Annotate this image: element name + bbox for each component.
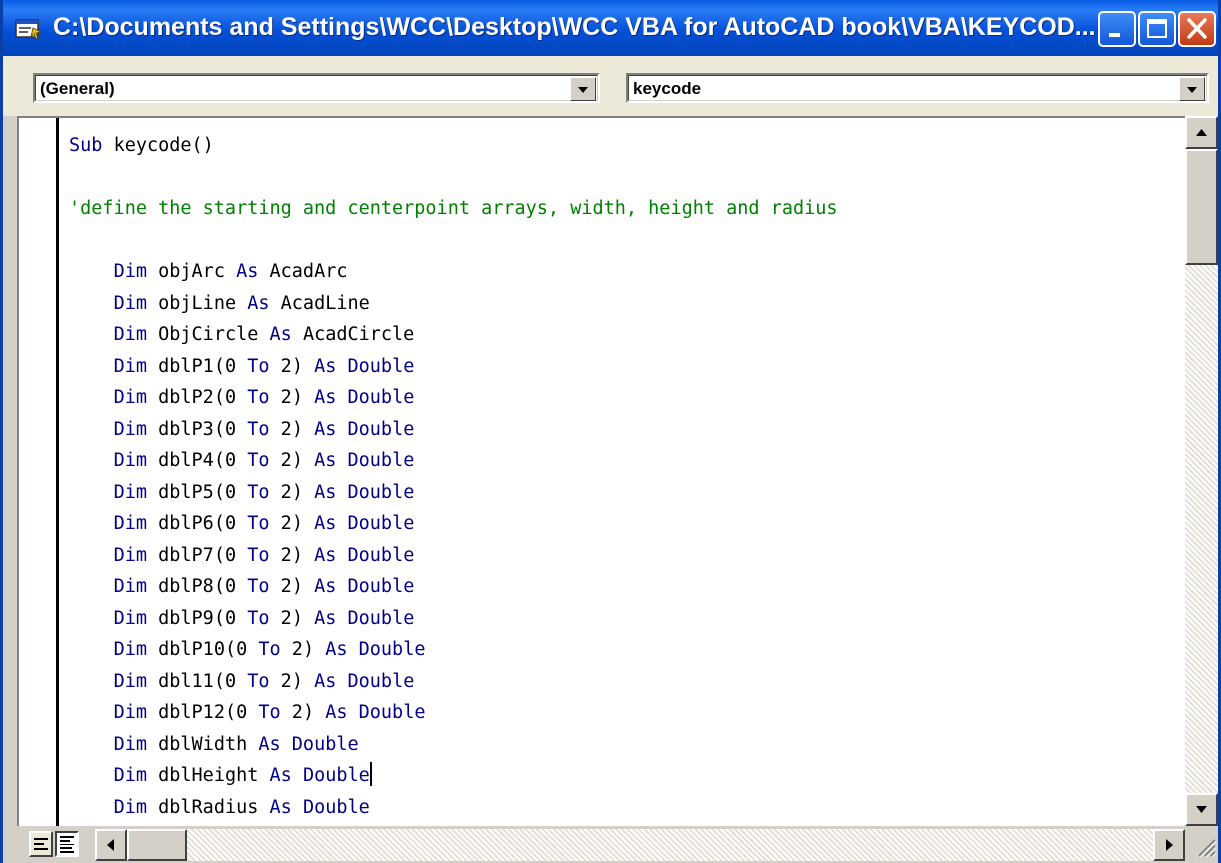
code-line[interactable]: Dim dblP6(0 To 2) As Double — [69, 513, 415, 534]
code-line[interactable]: Dim dblP2(0 To 2) As Double — [69, 387, 415, 408]
arrow-left-icon — [107, 839, 114, 851]
code-line[interactable]: Dim dblP9(0 To 2) As Double — [69, 608, 415, 629]
scroll-down-button[interactable] — [1185, 793, 1218, 826]
full-module-view-icon — [60, 836, 74, 853]
vba-code-window: C:\Documents and Settings\WCC\Desktop\WC… — [0, 0, 1221, 863]
code-line[interactable]: Dim dblP8(0 To 2) As Double — [69, 576, 415, 597]
close-icon — [1187, 18, 1207, 39]
object-combo-value: (General) — [40, 79, 115, 98]
resize-grip-icon — [1198, 839, 1217, 858]
scroll-up-button[interactable] — [1185, 116, 1218, 149]
code-line[interactable]: Dim dblP5(0 To 2) As Double — [69, 482, 415, 503]
procedure-view-icon — [34, 838, 48, 850]
code-line[interactable]: Dim dblRadius As Double — [69, 797, 370, 818]
code-line[interactable]: Dim dblP1(0 To 2) As Double — [69, 356, 415, 377]
code-line[interactable]: Dim dblHeight As Double — [69, 762, 372, 786]
arrow-right-icon — [1166, 839, 1173, 851]
combo-bar: (General) keycode — [3, 56, 1218, 116]
bottom-bar — [3, 826, 1218, 863]
code-line[interactable]: Dim dblP7(0 To 2) As Double — [69, 545, 415, 566]
chevron-down-icon — [1187, 87, 1197, 93]
vertical-scroll-thumb[interactable] — [1185, 149, 1218, 265]
procedure-view-button[interactable] — [29, 831, 53, 857]
object-combo[interactable]: (General) — [33, 73, 600, 103]
code-line[interactable]: Dim dblP3(0 To 2) As Double — [69, 419, 415, 440]
maximize-icon — [1147, 19, 1167, 38]
horizontal-scroll-thumb[interactable] — [127, 829, 187, 861]
window-title: C:\Documents and Settings\WCC\Desktop\WC… — [53, 13, 1096, 41]
code-line[interactable]: Dim dblP12(0 To 2) As Double — [69, 702, 426, 723]
vba-module-icon[interactable] — [15, 18, 43, 40]
vertical-scrollbar[interactable] — [1185, 116, 1218, 826]
code-line[interactable]: Dim ObjCircle As AcadCircle — [69, 324, 415, 345]
scroll-right-button[interactable] — [1153, 829, 1185, 861]
resize-grip[interactable] — [1185, 826, 1218, 863]
close-button[interactable] — [1178, 11, 1216, 47]
code-line[interactable]: 'define the starting and centerpoint arr… — [69, 198, 838, 219]
code-line[interactable]: Dim dbl11(0 To 2) As Double — [69, 671, 415, 692]
object-combo-dropdown-button[interactable] — [570, 77, 596, 101]
horizontal-scrollbar[interactable] — [95, 829, 1185, 861]
arrow-up-icon — [1196, 129, 1207, 136]
title-bar[interactable]: C:\Documents and Settings\WCC\Desktop\WC… — [3, 0, 1218, 56]
arrow-down-icon — [1196, 806, 1207, 813]
code-line[interactable]: Sub keycode() — [69, 135, 214, 156]
procedure-combo-value: keycode — [633, 79, 702, 98]
procedure-combo[interactable]: keycode — [626, 73, 1209, 103]
minimize-icon — [1109, 33, 1120, 37]
code-line[interactable]: Dim dblP4(0 To 2) As Double — [69, 450, 415, 471]
procedure-combo-dropdown-button[interactable] — [1179, 77, 1205, 101]
full-module-view-button[interactable] — [55, 831, 79, 857]
maximize-button[interactable] — [1138, 11, 1176, 47]
minimize-button[interactable] — [1098, 11, 1136, 47]
code-editor[interactable]: Sub keycode() 'define the starting and c… — [17, 116, 1185, 826]
code-line[interactable]: Dim dblP10(0 To 2) As Double — [69, 639, 426, 660]
chevron-down-icon — [578, 87, 588, 93]
code-text[interactable]: Sub keycode() 'define the starting and c… — [69, 130, 838, 823]
code-line[interactable]: Dim dblWidth As Double — [69, 734, 359, 755]
text-caret — [369, 762, 372, 786]
margin-indicator-bar[interactable] — [19, 118, 59, 826]
code-line[interactable]: Dim objArc As AcadArc — [69, 261, 348, 282]
scroll-left-button[interactable] — [95, 829, 127, 861]
code-line[interactable]: Dim objLine As AcadLine — [69, 293, 370, 314]
